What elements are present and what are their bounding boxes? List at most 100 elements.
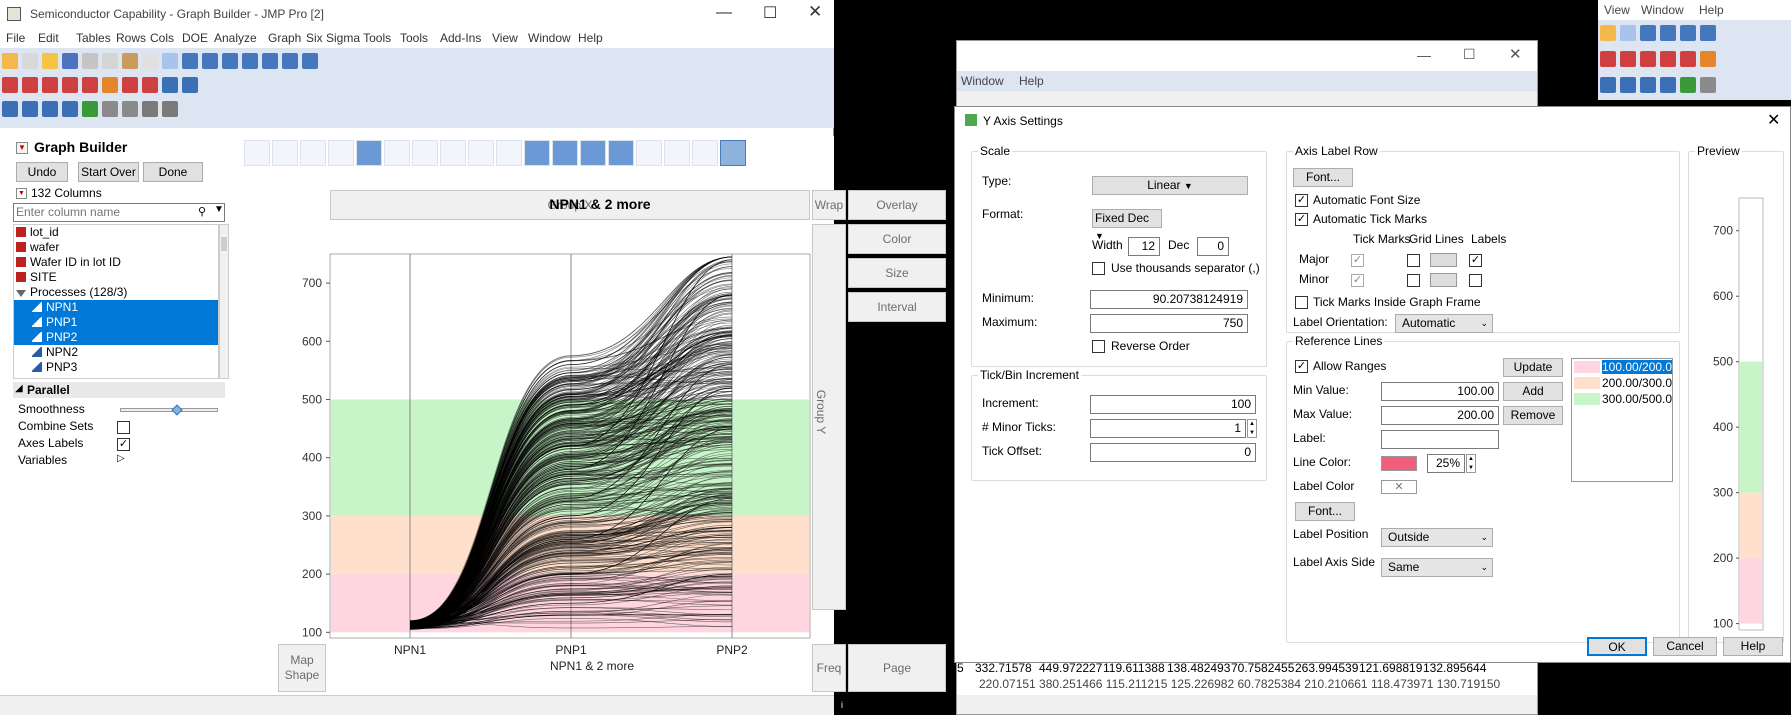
reference-range-list[interactable]: 100.00/200.0 200.00/300.0 300.00/500.0 [1571,358,1673,482]
sort-icon[interactable] [1700,77,1716,93]
format-dropdown[interactable]: Fixed Dec ▼ [1092,209,1162,241]
page-zone[interactable]: Page [848,644,946,692]
increment-input[interactable]: 100 [1090,395,1256,414]
color-zone[interactable]: Color [848,224,946,254]
minor-ticks-spinner[interactable]: ▲ ▼ [1247,419,1257,438]
update-button[interactable]: Update [1503,358,1563,377]
multivariate-icon[interactable] [1660,51,1676,67]
label-color-swatch[interactable]: ✕ [1381,480,1417,494]
opacity-input[interactable]: 25% [1427,454,1465,473]
new-table-icon[interactable] [1600,25,1616,41]
major-labels-checkbox[interactable]: ✓ [1469,254,1482,267]
help-button[interactable]: Help [1723,637,1783,656]
reference-range-item[interactable]: 200.00/300.0 [1572,375,1672,391]
dialog-icon [965,114,977,126]
summary-icon[interactable] [1660,77,1676,93]
minimum-input[interactable]: 90.20738124919 [1090,290,1248,309]
orientation-dropdown[interactable]: Automatic ⌄ [1395,314,1493,333]
info-icon[interactable]: i [836,699,848,711]
inside-frame-label: Tick Marks Inside Graph Frame [1313,295,1481,309]
graph-builder-icon[interactable] [1700,51,1716,67]
cancel-button[interactable]: Cancel [1653,637,1717,656]
menu-help[interactable]: Help [1019,74,1044,88]
minor-grid-checkbox[interactable] [1407,274,1420,287]
close-icon[interactable]: ✕ [1509,45,1522,63]
major-tick-checkbox[interactable]: ✓ [1351,254,1364,267]
help-tool-icon[interactable] [1640,25,1656,41]
hand-tool-icon[interactable] [1660,25,1676,41]
fit-model-icon[interactable] [1640,51,1656,67]
ok-button[interactable]: OK [1587,637,1647,656]
reference-lines-title: Reference Lines [1293,334,1385,348]
menu-window[interactable]: Window [961,74,1004,88]
width-input[interactable]: 12 [1128,237,1160,256]
label-axis-side-dropdown[interactable]: Same ⌄ [1381,558,1493,577]
tick-marks-header: Tick Marks [1353,232,1411,246]
max-value-label: Max Value: [1293,407,1353,421]
thousands-checkbox[interactable] [1092,262,1105,275]
min-value-input[interactable]: 100.00 [1381,382,1499,401]
menu-view[interactable]: View [1604,3,1630,17]
reference-range-item[interactable]: 100.00/200.0 [1572,359,1672,375]
reference-range-item[interactable]: 300.00/500.0 [1572,391,1672,407]
report-icon[interactable] [1640,77,1656,93]
auto-ticks-checkbox[interactable]: ✓ [1295,213,1308,226]
axis-font-button[interactable]: Font... [1293,168,1353,187]
overlay-zone[interactable]: Overlay [848,190,946,220]
minimize-icon[interactable]: — [1417,47,1431,63]
journal-icon[interactable] [1620,77,1636,93]
minor-grid-color[interactable] [1430,273,1457,287]
dec-input[interactable]: 0 [1197,237,1229,256]
menu-help[interactable]: Help [1699,3,1724,17]
y-tick-label: 200 [302,567,322,581]
minor-ticks-input[interactable]: 1 [1090,419,1246,438]
distribution-icon[interactable] [1600,51,1616,67]
interval-zone[interactable]: Interval [848,292,946,322]
size-zone[interactable]: Size [848,258,946,288]
minor-label: Minor [1299,272,1330,286]
zoom-tool-icon[interactable] [1700,25,1716,41]
control-chart-icon[interactable] [1680,51,1696,67]
label-color-label: Label Color [1293,479,1355,493]
subset-icon[interactable] [1680,77,1696,93]
label-position-dropdown[interactable]: Outside ⌄ [1381,528,1493,547]
reverse-order-checkbox[interactable] [1092,340,1105,353]
fit-y-by-x-icon[interactable] [1620,51,1636,67]
inside-frame-checkbox[interactable] [1295,296,1308,309]
preview-tick-label: 200 [1713,551,1733,565]
minor-tick-checkbox[interactable]: ✓ [1351,274,1364,287]
opacity-spinner[interactable]: ▲ ▼ [1466,454,1476,473]
reference-lines-group: Reference Lines ✓ Allow Ranges Min Value… [1286,334,1680,643]
arrow-tool-icon[interactable] [1620,25,1636,41]
min-value-label: Min Value: [1293,383,1349,397]
line-color-swatch[interactable] [1381,456,1417,471]
orientation-value: Automatic [1402,316,1456,330]
maximum-input[interactable]: 750 [1090,314,1248,333]
minor-ticks-label: # Minor Ticks: [982,420,1057,434]
preview-range-band [1740,558,1762,624]
max-value-input[interactable]: 200.00 [1381,406,1499,425]
lasso-tool-icon[interactable] [1680,25,1696,41]
tables-icon[interactable] [1600,77,1616,93]
minor-labels-checkbox[interactable] [1469,274,1482,287]
type-dropdown[interactable]: Linear ▼ [1092,176,1248,195]
ref-font-button[interactable]: Font... [1295,502,1355,521]
auto-font-checkbox[interactable]: ✓ [1295,194,1308,207]
y-tick-label: 300 [302,509,322,523]
tick-offset-input[interactable]: 0 [1090,443,1256,462]
table-cell: 138.482493 [1167,661,1231,675]
major-grid-color[interactable] [1430,253,1457,267]
menu-window[interactable]: Window [1641,3,1684,17]
ref-label-input[interactable] [1381,430,1499,449]
major-label: Major [1299,252,1330,266]
add-button[interactable]: Add [1503,382,1563,401]
grid-lines-header: Grid Lines [1409,232,1464,246]
maximize-icon[interactable]: ☐ [1463,46,1476,63]
right-toolbar [1598,20,1791,100]
close-icon[interactable]: ✕ [1767,110,1780,130]
major-grid-checkbox[interactable] [1407,254,1420,267]
x-tick-label: PNP1 [555,643,587,657]
remove-button[interactable]: Remove [1503,406,1563,425]
preview-tick-label: 600 [1713,289,1733,303]
allow-ranges-checkbox[interactable]: ✓ [1295,360,1308,373]
